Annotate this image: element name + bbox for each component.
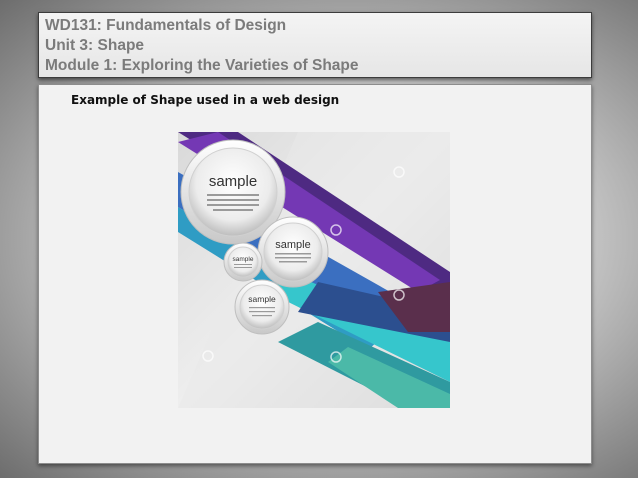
course-title: WD131: Fundamentals of Design xyxy=(45,17,287,34)
slide-content-box: Example of Shape used in a web design sa… xyxy=(38,84,592,464)
bubble-lower-label: sample xyxy=(248,294,276,304)
bubble-large-label: sample xyxy=(209,173,257,190)
bubble-small-label: sample xyxy=(233,256,254,263)
bubble-medium-label: sample xyxy=(275,239,310,251)
slide-title-box: WD131: Fundamentals of Design Unit 3: Sh… xyxy=(38,12,592,78)
figure-caption: Example of Shape used in a web design xyxy=(71,93,340,107)
web-design-example-image: sample sample sample sample xyxy=(178,132,450,408)
bubble-lower: sample xyxy=(234,279,290,335)
module-title: Module 1: Exploring the Varieties of Sha… xyxy=(45,57,359,74)
bubble-small: sample xyxy=(223,242,263,282)
unit-title: Unit 3: Shape xyxy=(45,37,145,54)
bubble-medium: sample xyxy=(257,216,329,288)
shape-design-illustration: sample sample sample sample xyxy=(178,132,450,408)
